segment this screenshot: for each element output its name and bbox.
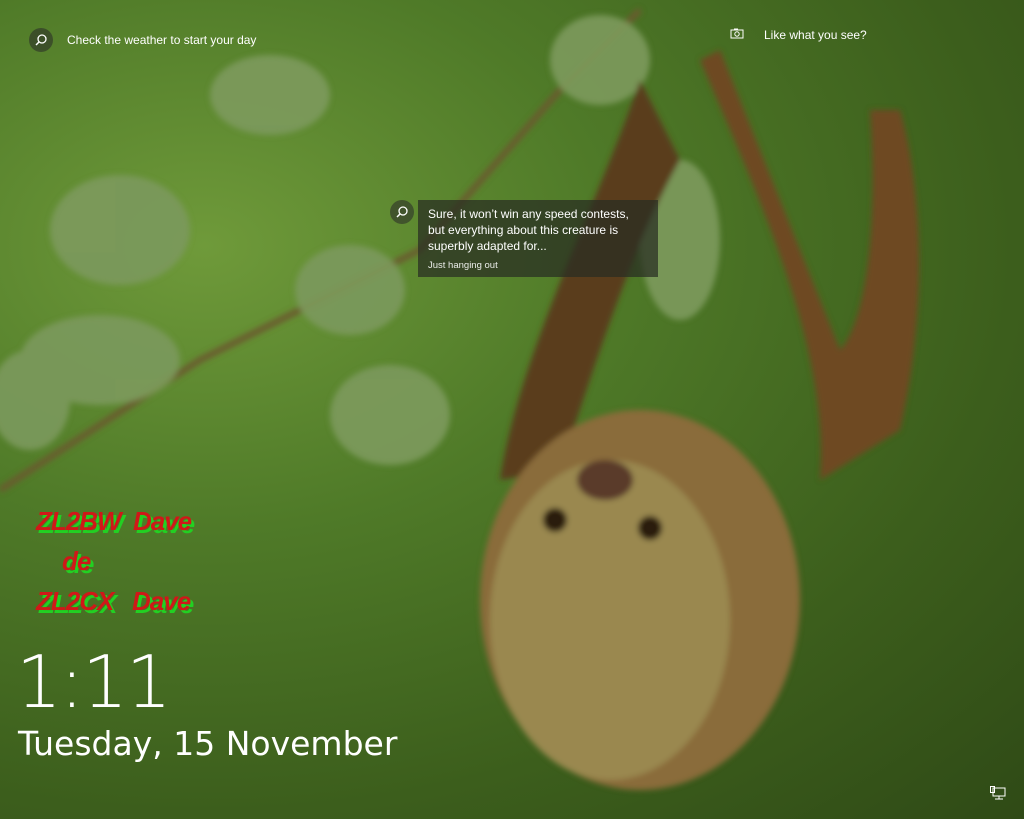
camera-icon (730, 28, 744, 42)
search-icon (390, 200, 414, 224)
tip-text: Sure, it won’t win any speed contests, b… (428, 207, 629, 253)
overlay-line-2: de (62, 546, 91, 576)
clock-time: 1:11 (16, 640, 172, 724)
overlay-line-3: ZL2CX Dave (36, 586, 191, 616)
weather-prompt[interactable]: Check the weather to start your day (29, 28, 256, 52)
weather-label: Check the weather to start your day (67, 33, 257, 47)
spotlight-tip[interactable]: Sure, it won’t win any speed contests, b… (390, 200, 658, 277)
overlay-line-1: ZL2BW Dave (36, 506, 192, 536)
search-icon (29, 28, 53, 52)
spotlight-like-prompt[interactable]: Like what you see? (730, 28, 867, 42)
network-icon[interactable] (990, 786, 1006, 805)
tip-subtitle: Just hanging out (428, 260, 498, 271)
clock-date: Tuesday, 15 November (18, 724, 398, 763)
spotlight-label: Like what you see? (764, 28, 867, 42)
